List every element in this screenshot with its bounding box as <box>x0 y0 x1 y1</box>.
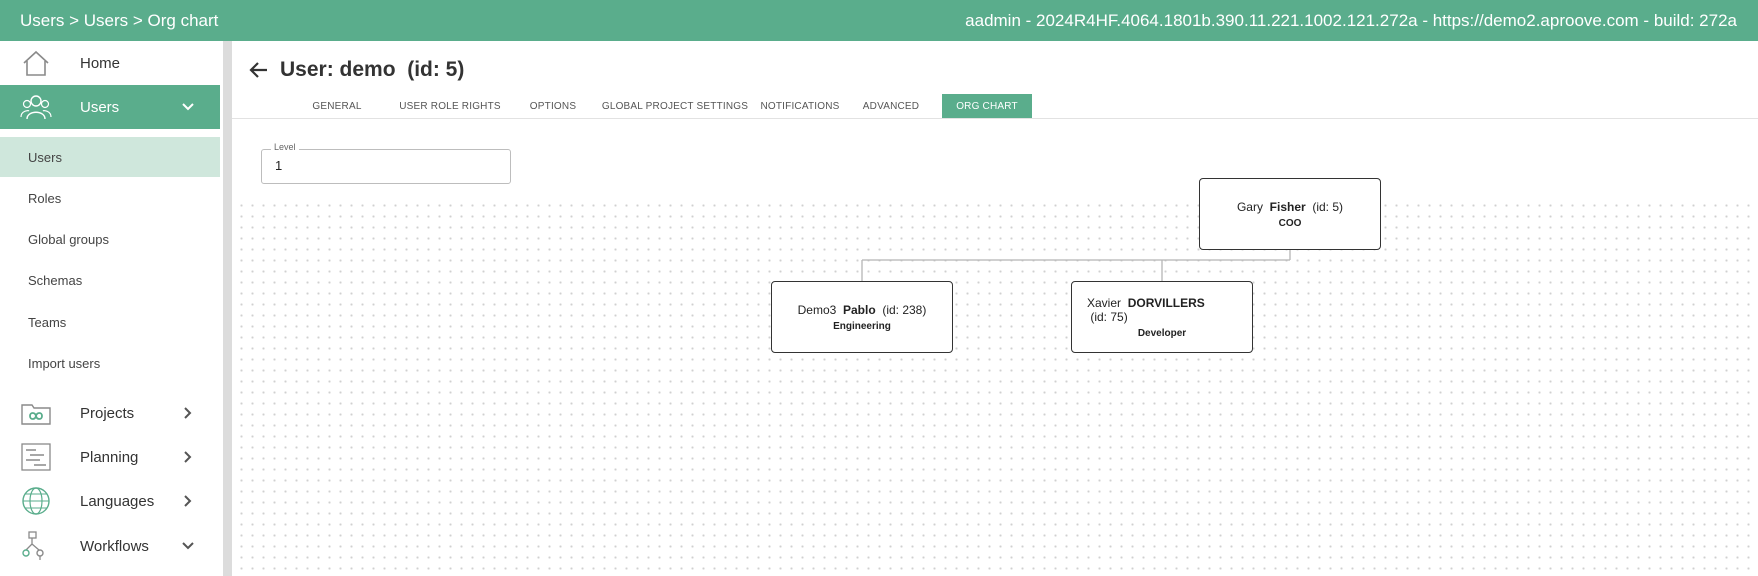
chevron-right-icon[interactable] <box>180 405 196 421</box>
org-node-child[interactable]: Xavier DORVILLERS (id: 75) Developer <box>1071 281 1253 353</box>
globe-icon <box>20 485 52 517</box>
sidebar-subitem-teams[interactable]: Teams <box>0 302 220 342</box>
tab-bar: GENERAL USER ROLE RIGHTS OPTIONS GLOBAL … <box>232 94 1758 119</box>
sidebar-item-home[interactable]: Home <box>0 41 220 85</box>
level-input[interactable] <box>275 158 495 173</box>
node-role: COO <box>1278 217 1302 229</box>
sidebar-item-users[interactable]: Users <box>0 85 220 129</box>
sidebar-subitem-users[interactable]: Users <box>0 137 220 177</box>
main-content: User: demo (id: 5) GENERAL USER ROLE RIG… <box>232 41 1758 576</box>
home-icon <box>20 47 52 79</box>
sidebar-subitem-schemas[interactable]: Schemas <box>0 260 220 300</box>
tab-general[interactable]: GENERAL <box>302 94 372 118</box>
breadcrumb: Users > Users > Org chart <box>20 10 219 30</box>
tab-advanced[interactable]: ADVANCED <box>854 94 928 118</box>
org-node-child[interactable]: Demo3 Pablo (id: 238) Engineering <box>771 281 953 353</box>
node-name: Demo3 Pablo (id: 238) <box>797 302 927 317</box>
org-node-root[interactable]: Gary Fisher (id: 5) COO <box>1199 178 1381 250</box>
org-chart-canvas[interactable]: Gary Fisher (id: 5) COO Demo3 Pablo (id:… <box>232 178 1758 576</box>
level-field[interactable]: Level <box>261 142 511 184</box>
org-chart-connectors <box>861 241 1291 281</box>
sidebar-item-label: Projects <box>80 404 135 422</box>
session-info: aadmin - 2024R4HF.4064.1801b.390.11.221.… <box>965 10 1737 30</box>
node-name: Gary Fisher (id: 5) <box>1236 199 1344 214</box>
workflow-icon <box>20 530 52 562</box>
infinity-folder-icon <box>20 397 52 429</box>
subitem-label: Import users <box>28 355 101 371</box>
sidebar: Home Users Users Roles Global groups Sch… <box>0 41 221 576</box>
tab-org-chart[interactable]: ORG CHART <box>942 94 1032 118</box>
chevron-down-icon[interactable] <box>180 538 196 554</box>
sidebar-item-languages[interactable]: Languages <box>0 479 220 523</box>
page-title: User: demo (id: 5) <box>280 58 465 81</box>
sidebar-item-projects[interactable]: Projects <box>0 391 220 435</box>
chevron-right-icon[interactable] <box>180 449 196 465</box>
node-name: Xavier DORVILLERS <box>1087 295 1205 310</box>
sidebar-item-label: Users <box>80 98 120 116</box>
sidebar-item-label: Home <box>80 54 121 72</box>
node-role: Developer <box>1137 327 1187 339</box>
tab-user-role-rights[interactable]: USER ROLE RIGHTS <box>381 94 519 118</box>
tab-notifications[interactable]: NOTIFICATIONS <box>757 94 843 118</box>
subitem-label: Global groups <box>28 231 109 247</box>
node-id: (id: 75) <box>1090 309 1128 324</box>
sidebar-subitem-import-users[interactable]: Import users <box>0 343 220 383</box>
users-icon <box>20 91 52 123</box>
node-role: Engineering <box>833 320 891 332</box>
sidebar-resize-handle[interactable] <box>223 41 232 576</box>
gantt-icon <box>20 441 52 473</box>
sidebar-item-workflows[interactable]: Workflows <box>0 524 220 568</box>
sidebar-subitem-global-groups[interactable]: Global groups <box>0 219 220 259</box>
sidebar-item-label: Planning <box>80 448 139 466</box>
sidebar-item-label: Languages <box>80 492 155 510</box>
subitem-label: Users <box>28 149 62 165</box>
back-arrow-icon[interactable] <box>248 59 272 83</box>
chevron-down-icon[interactable] <box>180 99 196 115</box>
top-bar: Users > Users > Org chart aadmin - 2024R… <box>0 0 1758 41</box>
tab-options[interactable]: OPTIONS <box>522 94 584 118</box>
subitem-label: Roles <box>28 190 62 206</box>
tab-global-project-settings[interactable]: GLOBAL PROJECT SETTINGS <box>598 94 752 118</box>
subitem-label: Teams <box>28 314 67 330</box>
sidebar-item-label: Workflows <box>80 537 149 555</box>
sidebar-item-planning[interactable]: Planning <box>0 435 220 479</box>
sidebar-subitem-roles[interactable]: Roles <box>0 178 220 218</box>
chevron-right-icon[interactable] <box>180 493 196 509</box>
subitem-label: Schemas <box>28 272 83 288</box>
level-label: Level <box>271 142 299 152</box>
